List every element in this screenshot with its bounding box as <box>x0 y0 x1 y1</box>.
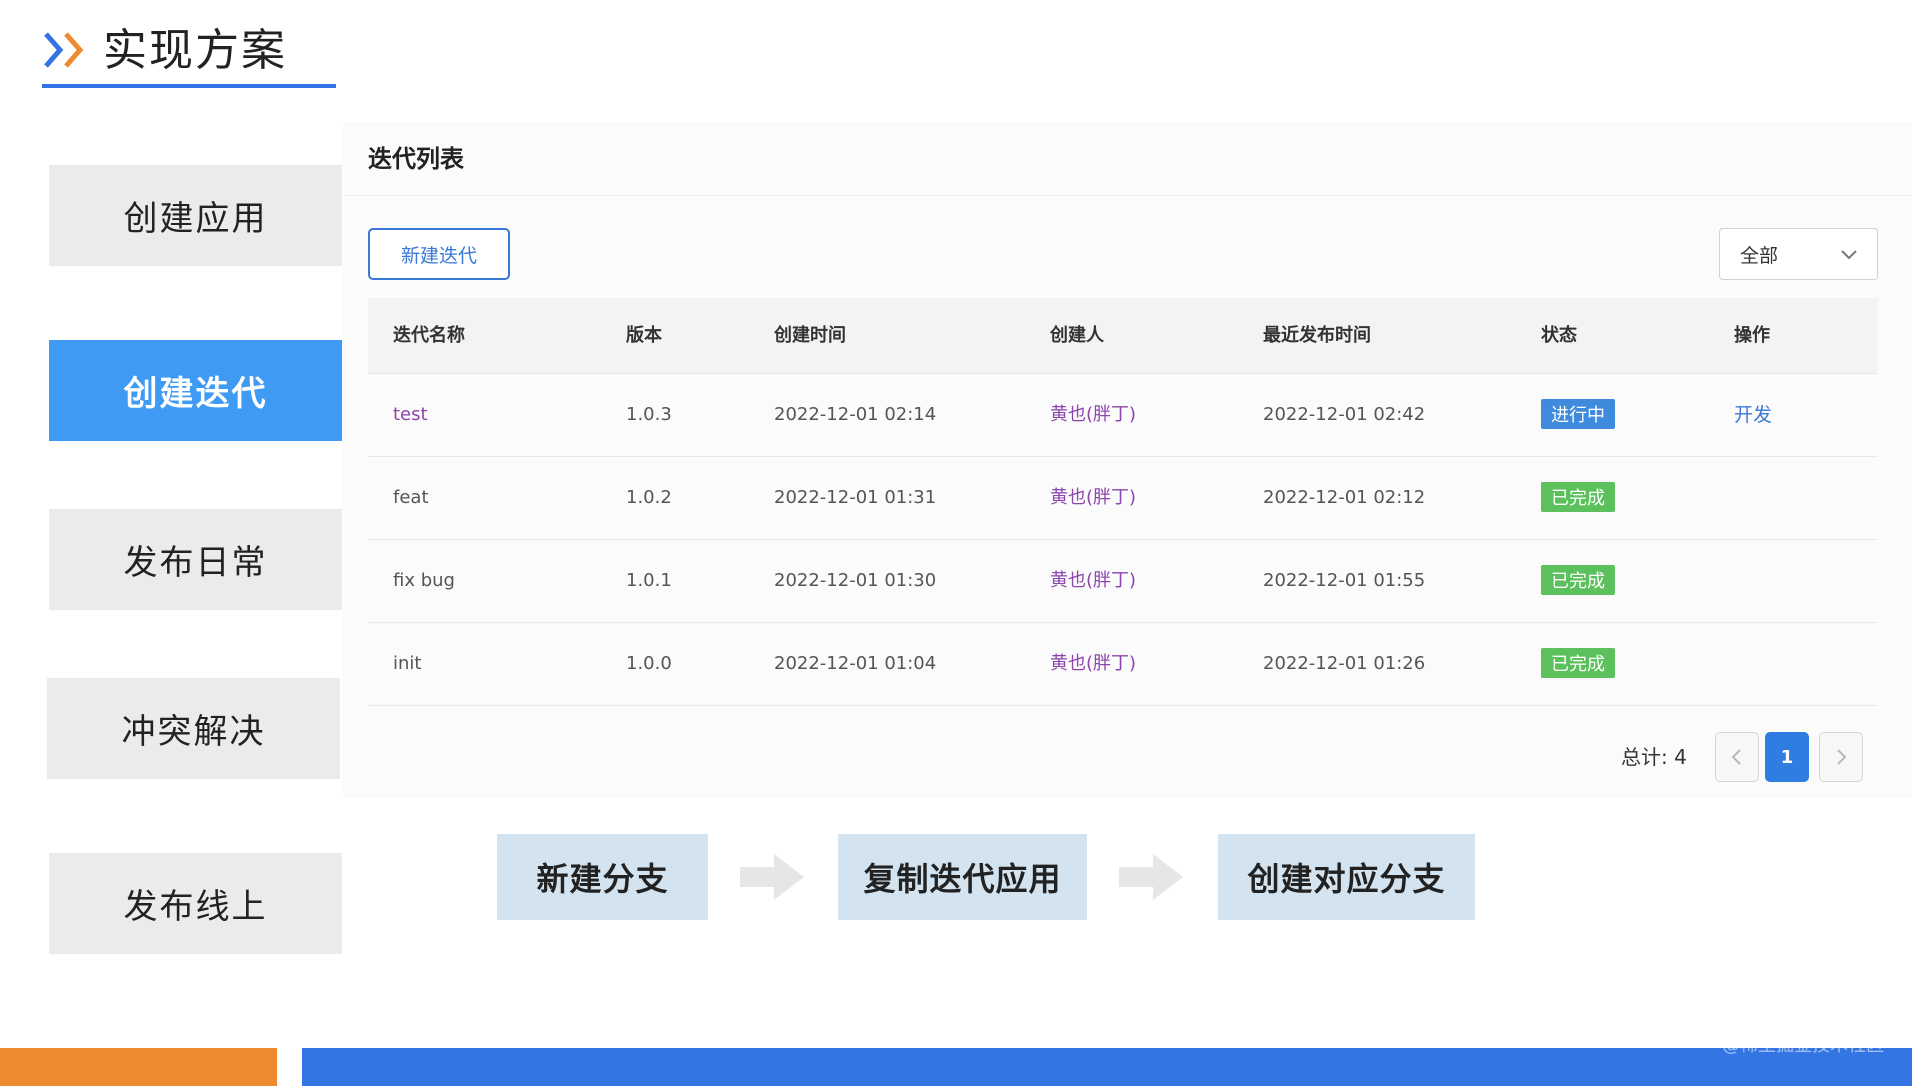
column-header-status: 状态 <box>1541 325 1577 346</box>
nav-item-label: 冲突解决 <box>121 712 266 752</box>
watermark: @稀土掘金技术社区 <box>1722 1035 1884 1056</box>
table-row: fix bug 1.0.1 2022-12-01 01:30 黄也(胖丁) 20… <box>368 540 1878 623</box>
iteration-list-panel: 迭代列表 新建迭代 全部 迭代名称 版本 创建时间 创建人 最近发布时间 状态 … <box>343 122 1912 798</box>
chevron-down-icon <box>1841 250 1857 260</box>
column-header-action: 操作 <box>1734 325 1770 346</box>
chevron-left-icon <box>1731 749 1741 765</box>
published-time-cell: 2022-12-01 02:42 <box>1263 404 1426 425</box>
published-time-cell: 2022-12-01 01:26 <box>1263 653 1426 674</box>
flow-step-new-branch: 新建分支 <box>497 834 708 920</box>
nav-item-create-app[interactable]: 创建应用 <box>49 165 342 266</box>
created-time-cell: 2022-12-01 02:14 <box>774 404 937 425</box>
table-row: feat 1.0.2 2022-12-01 01:31 黄也(胖丁) 2022-… <box>368 457 1878 540</box>
arrow-right-icon <box>740 854 804 900</box>
nav-item-daily-release[interactable]: 发布日常 <box>49 509 342 610</box>
creator-cell: 黄也(胖丁) <box>1050 653 1137 674</box>
table-row: init 1.0.0 2022-12-01 01:04 黄也(胖丁) 2022-… <box>368 623 1878 706</box>
total-count: 总计: 4 <box>1621 745 1687 769</box>
nav-item-label: 发布日常 <box>123 543 268 583</box>
footer-orange-bar <box>0 1048 277 1086</box>
creator-cell: 黄也(胖丁) <box>1050 487 1137 508</box>
flow-step-create-branch: 创建对应分支 <box>1218 834 1475 920</box>
nav-item-label: 发布线上 <box>123 887 268 927</box>
iteration-table: 迭代名称 版本 创建时间 创建人 最近发布时间 状态 操作 test 1.0.3… <box>368 298 1878 706</box>
created-time-cell: 2022-12-01 01:30 <box>774 570 937 591</box>
column-header-version: 版本 <box>626 325 662 346</box>
status-badge: 已完成 <box>1541 565 1615 595</box>
column-header-creator: 创建人 <box>1050 325 1104 346</box>
column-header-published: 最近发布时间 <box>1263 325 1371 346</box>
nav-item-label: 创建迭代 <box>123 374 268 414</box>
iteration-name-cell: init <box>393 653 422 674</box>
next-page-button[interactable] <box>1819 732 1863 782</box>
page-1-button[interactable]: 1 <box>1765 732 1809 782</box>
creator-cell: 黄也(胖丁) <box>1050 570 1137 591</box>
created-time-cell: 2022-12-01 01:04 <box>774 653 937 674</box>
panel-title: 迭代列表 <box>368 145 464 173</box>
column-header-name: 迭代名称 <box>393 325 465 346</box>
column-header-created: 创建时间 <box>774 325 846 346</box>
nav-item-create-iteration[interactable]: 创建迭代 <box>49 340 342 441</box>
develop-action-link[interactable]: 开发 <box>1734 374 1772 456</box>
iteration-name-cell: feat <box>393 487 429 508</box>
status-filter-select[interactable]: 全部 <box>1719 228 1878 280</box>
creator-cell: 黄也(胖丁) <box>1050 404 1137 425</box>
version-cell: 1.0.0 <box>626 653 672 674</box>
flow-step-copy-iteration-app: 复制迭代应用 <box>838 834 1087 920</box>
nav-item-label: 创建应用 <box>123 199 268 239</box>
iteration-name-link[interactable]: test <box>393 374 428 456</box>
status-badge: 已完成 <box>1541 482 1615 512</box>
version-cell: 1.0.1 <box>626 570 672 591</box>
created-time-cell: 2022-12-01 01:31 <box>774 487 937 508</box>
published-time-cell: 2022-12-01 02:12 <box>1263 487 1426 508</box>
nav-item-conflict-resolution[interactable]: 冲突解决 <box>47 678 340 779</box>
iteration-name-cell: fix bug <box>393 570 455 591</box>
new-iteration-button[interactable]: 新建迭代 <box>368 228 510 280</box>
published-time-cell: 2022-12-01 01:55 <box>1263 570 1426 591</box>
table-header: 迭代名称 版本 创建时间 创建人 最近发布时间 状态 操作 <box>368 298 1878 374</box>
status-filter-value: 全部 <box>1740 244 1779 267</box>
chevron-right-icon <box>1837 749 1847 765</box>
version-cell: 1.0.2 <box>626 487 672 508</box>
footer-blue-bar <box>302 1048 1912 1086</box>
panel-header: 迭代列表 <box>343 122 1912 196</box>
status-badge: 已完成 <box>1541 648 1615 678</box>
title-underline <box>42 84 336 88</box>
version-cell: 1.0.3 <box>626 404 672 425</box>
prev-page-button[interactable] <box>1715 732 1759 782</box>
nav-item-online-release[interactable]: 发布线上 <box>49 853 342 954</box>
double-chevron-icon <box>44 32 84 68</box>
slide: 实现方案 创建应用 创建迭代 发布日常 冲突解决 发布线上 迭代列表 新建迭代 … <box>0 0 1912 1086</box>
arrow-right-icon <box>1119 854 1183 900</box>
page-title: 实现方案 <box>103 25 287 76</box>
table-row: test 1.0.3 2022-12-01 02:14 黄也(胖丁) 2022-… <box>368 374 1878 457</box>
status-badge: 进行中 <box>1541 399 1615 429</box>
